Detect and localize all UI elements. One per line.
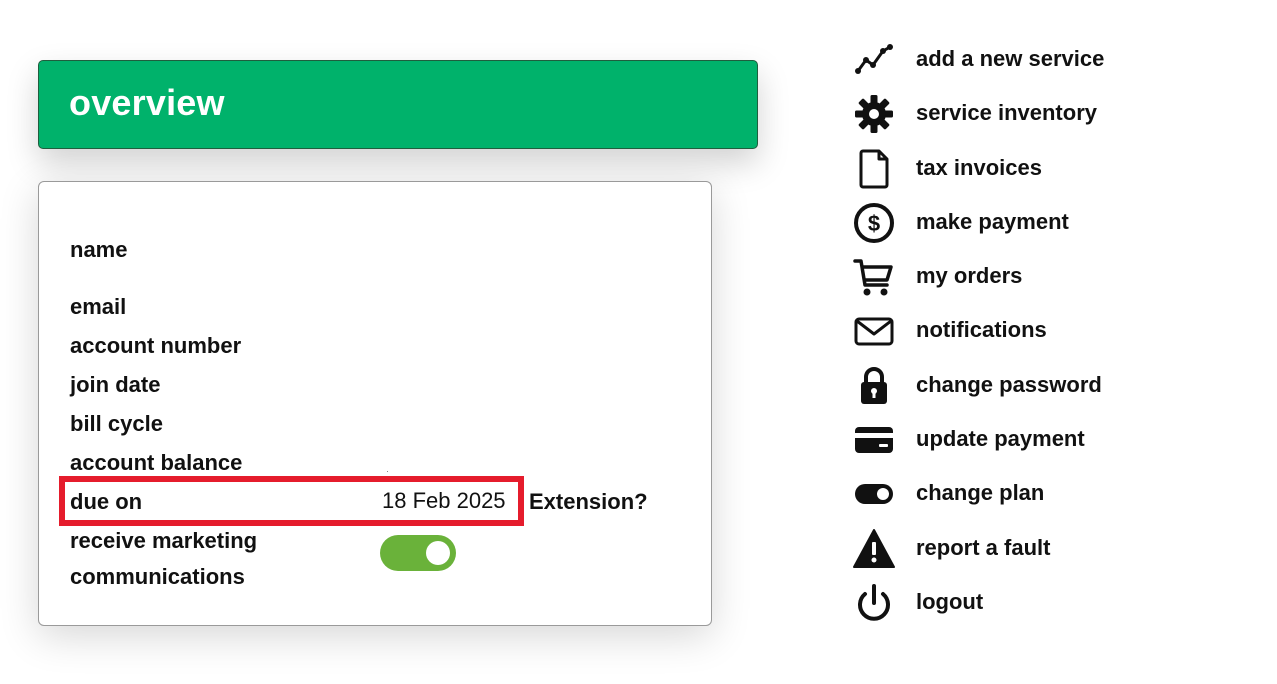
lock-icon: [852, 364, 896, 408]
menu-label: tax invoices: [916, 155, 1042, 180]
toggle-knob: [426, 541, 450, 565]
gear-icon: [852, 92, 896, 136]
menu-item-make-payment[interactable]: $ make payment: [852, 201, 1232, 245]
menu-label: logout: [916, 589, 984, 614]
extension-link[interactable]: Extension?: [529, 489, 648, 515]
menu-item-notifications[interactable]: notifications: [852, 309, 1232, 353]
menu-label: notifications: [916, 317, 1047, 342]
menu-label: service inventory: [916, 100, 1097, 125]
envelope-icon: [852, 309, 896, 353]
power-icon: [852, 581, 896, 625]
menu-item-update-payment[interactable]: update payment: [852, 418, 1232, 462]
menu-label: add a new service: [916, 46, 1105, 71]
email-label: email: [70, 294, 127, 319]
account-details-card: name email account number join date bill…: [38, 181, 712, 626]
document-icon: [852, 147, 896, 191]
menu-item-logout[interactable]: logout: [852, 581, 1232, 625]
menu-item-service-inventory[interactable]: service inventory: [852, 92, 1232, 136]
due-on-label: due on: [70, 489, 143, 514]
menu-label: change password: [916, 372, 1102, 397]
bill-cycle-label: bill cycle: [70, 411, 163, 436]
menu-item-add-service[interactable]: add a new service: [852, 38, 1232, 82]
join-date-label: join date: [70, 372, 161, 397]
menu-item-change-password[interactable]: change password: [852, 364, 1232, 408]
menu-item-my-orders[interactable]: my orders: [852, 255, 1232, 299]
svg-text:$: $: [868, 211, 880, 236]
trend-line-icon: [852, 38, 896, 82]
credit-card-icon: [852, 418, 896, 462]
menu-label: make payment: [916, 209, 1069, 234]
cart-icon: [852, 255, 896, 299]
menu-label: my orders: [916, 263, 1023, 288]
menu-label: report a fault: [916, 535, 1051, 560]
marketing-label-line1: receive marketing: [70, 528, 258, 553]
warning-icon: [852, 527, 896, 571]
page-title: overview: [69, 82, 225, 123]
due-on-value: 18 Feb 2025: [382, 488, 506, 513]
menu-item-tax-invoices[interactable]: tax invoices: [852, 147, 1232, 191]
account-number-label: account number: [70, 333, 242, 358]
menu-item-report-fault[interactable]: report a fault: [852, 527, 1232, 571]
dollar-circle-icon: $: [852, 201, 896, 245]
account-balance-label: account balance: [70, 450, 243, 475]
menu-label: change plan: [916, 480, 1045, 505]
toggle-icon: [852, 472, 896, 516]
overview-header: overview: [38, 60, 758, 149]
page: overview name email account number join …: [0, 0, 1277, 684]
menu-label: update payment: [916, 426, 1085, 451]
marketing-toggle[interactable]: [380, 535, 456, 571]
account-balance-value: [387, 471, 388, 472]
name-label: name: [70, 237, 128, 262]
marketing-label-line2: communications: [70, 564, 245, 589]
menu-item-change-plan[interactable]: change plan: [852, 472, 1232, 516]
